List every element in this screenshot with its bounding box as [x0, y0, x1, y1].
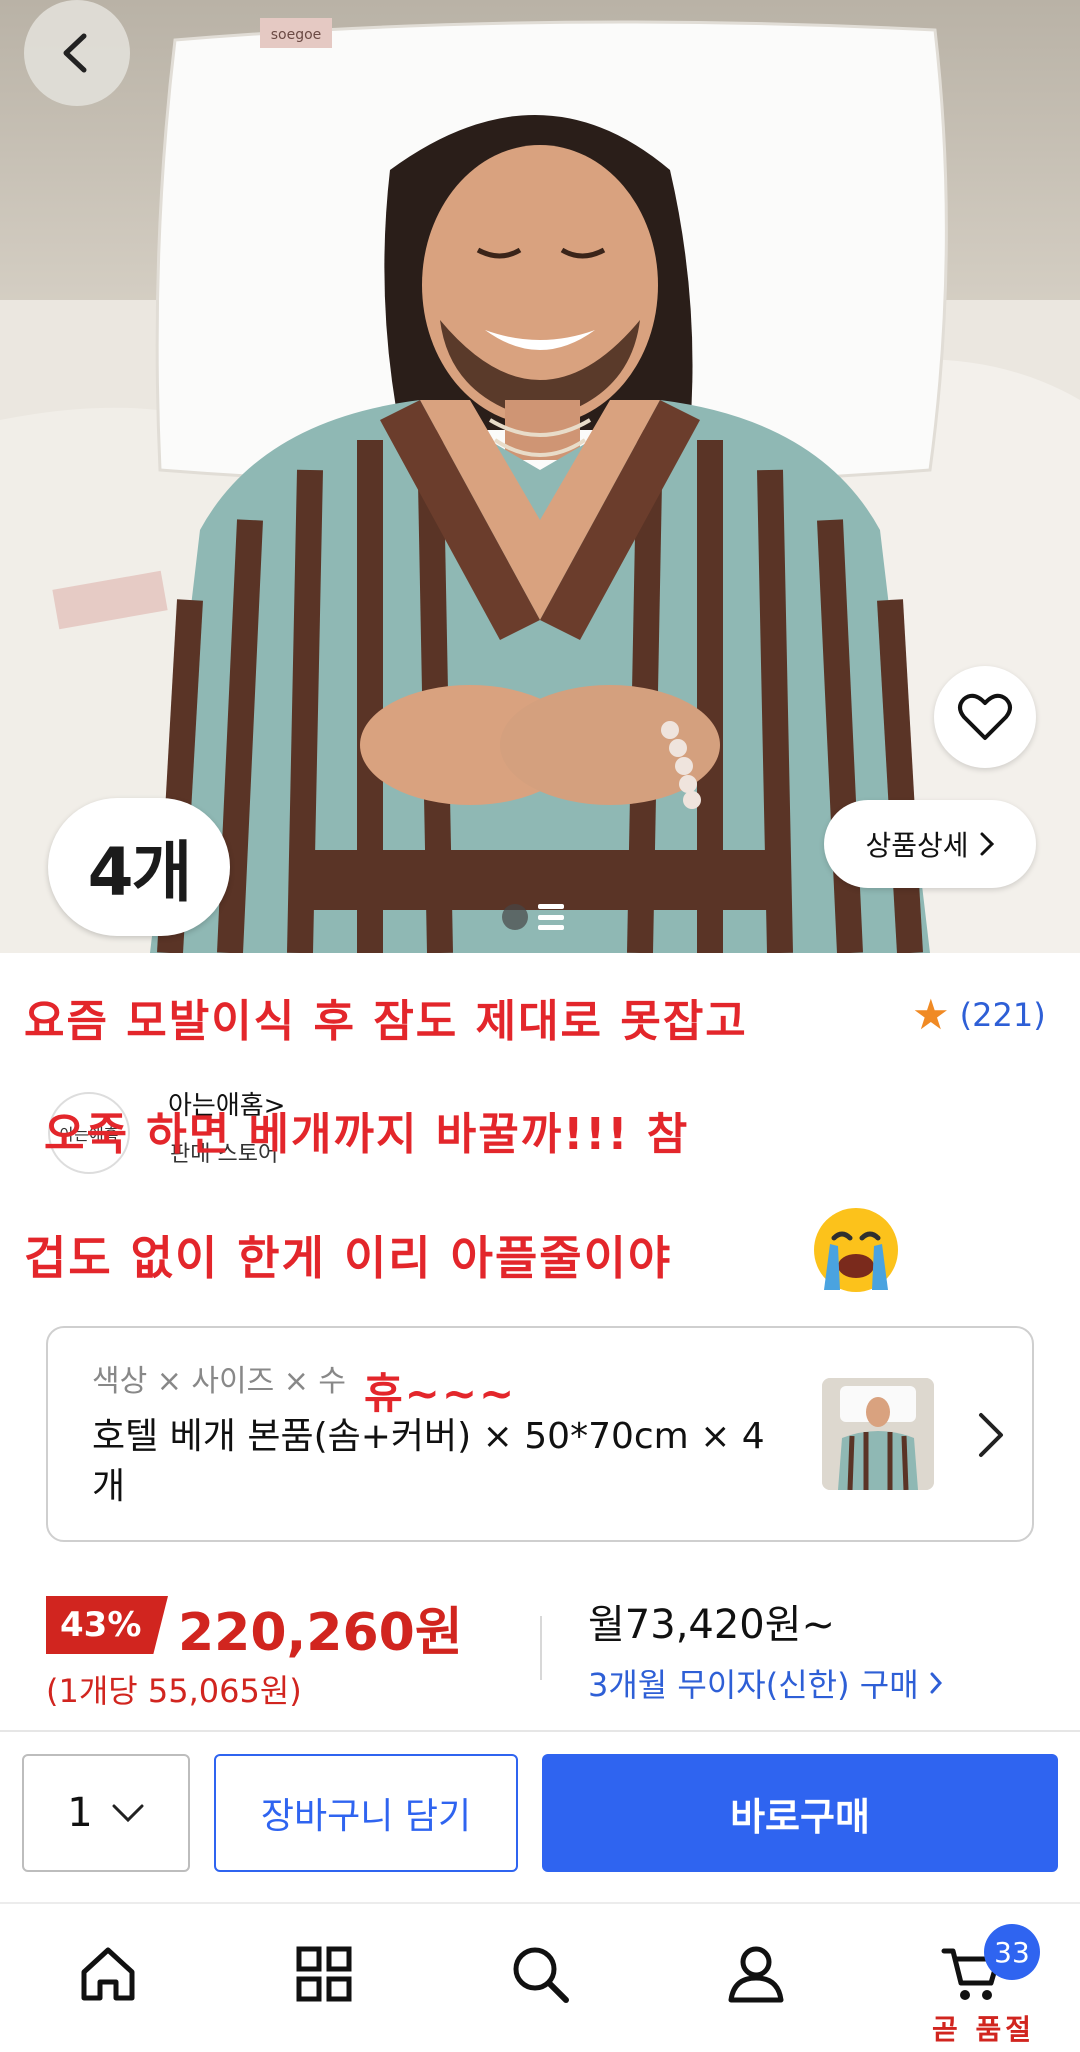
cart-count-badge: 33 [984, 1924, 1040, 1980]
chevron-left-icon [63, 33, 87, 73]
buy-bar-divider [0, 1730, 1080, 1732]
nav-my-page[interactable] [720, 1938, 792, 2010]
svg-text:soegoe: soegoe [271, 27, 322, 43]
quantity-select[interactable]: 1 [22, 1754, 190, 1872]
wishlist-button[interactable] [934, 666, 1036, 768]
chevron-right-icon [980, 832, 994, 856]
option-thumbnail [822, 1378, 934, 1490]
discount-badge: 43% [46, 1596, 168, 1654]
installment-link[interactable]: 3개월 무이자(신한) 구매 [588, 1660, 943, 1706]
user-icon [728, 1946, 784, 2003]
review-count: (221) [959, 996, 1046, 1034]
add-to-cart-button[interactable]: 장바구니 담기 [214, 1754, 518, 1872]
grid-icon [296, 1946, 352, 2002]
buy-now-button[interactable]: 바로구매 [542, 1754, 1058, 1872]
nav-categories[interactable] [288, 1938, 360, 2010]
option-label: 색상 × 사이즈 × 수 [92, 1364, 347, 1399]
heart-icon [958, 693, 1012, 740]
search-icon [513, 1947, 569, 2003]
product-image[interactable]: soegoe 4개 상품상세 [0, 0, 1080, 953]
nav-search[interactable] [504, 1938, 576, 2010]
installment-label: 3개월 무이자(신한) 구매 [588, 1666, 919, 1704]
monthly-price: 월73,420원~ [588, 1602, 836, 1648]
carousel-dot-active [538, 904, 564, 930]
carousel-dot [502, 904, 528, 930]
chevron-right-icon [979, 1413, 1003, 1457]
crying-face-icon [814, 1208, 898, 1292]
price-divider [540, 1616, 542, 1680]
handwritten-line-2: 오죽 하면 베개까지 바꿀까!!! 참 [44, 1109, 690, 1160]
unit-price: (1개당 55,065원) [46, 1672, 302, 1710]
option-selector[interactable]: 색상 × 사이즈 × 수 호텔 베개 본품(솜+커버) × 50*70cm × … [46, 1326, 1034, 1542]
rating[interactable]: ★ (221) [912, 994, 1046, 1036]
sale-price: 220,260원 [178, 1603, 463, 1663]
back-button[interactable] [24, 0, 130, 106]
handwritten-sigh: 휴~~~ [364, 1369, 517, 1418]
product-detail-button[interactable]: 상품상세 [824, 800, 1036, 888]
quantity-badge-label: 4개 [87, 834, 193, 911]
quantity-badge: 4개 [48, 798, 230, 936]
carousel-indicator [502, 904, 564, 930]
option-value: 호텔 베개 본품(솜+커버) × 50*70cm × 4개 [92, 1416, 765, 1507]
handwritten-line-1: 요즘 모발이식 후 잠도 제대로 못잡고 [24, 996, 748, 1047]
quantity-value: 1 [67, 1790, 93, 1836]
chevron-right-icon [930, 1672, 942, 1694]
nav-home[interactable] [72, 1938, 144, 2010]
product-detail-label: 상품상세 [865, 829, 969, 862]
handwritten-line-3: 겁도 없이 한게 이리 아플줄이야 [24, 1231, 673, 1285]
soon-soldout-note: 곧 품절 [932, 2013, 1036, 2046]
bottom-nav [0, 1904, 1080, 2052]
star-icon: ★ [912, 990, 950, 1039]
chevron-down-icon [112, 1804, 144, 1823]
home-icon [81, 1947, 135, 2001]
